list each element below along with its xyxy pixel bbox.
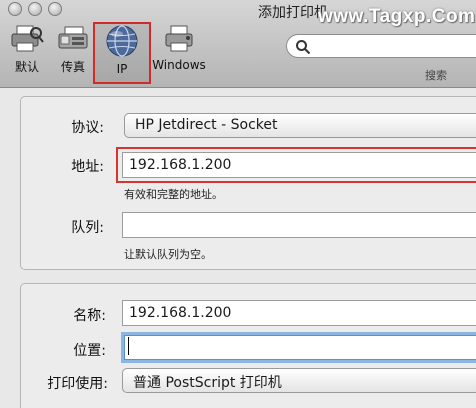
- address-label: 地址:: [71, 159, 104, 175]
- toolbar-item-windows[interactable]: Windows: [150, 24, 208, 72]
- zoom-button[interactable]: [48, 2, 62, 16]
- protocol-label: 协议:: [71, 120, 104, 136]
- address-value: 192.168.1.200: [129, 157, 232, 173]
- queue-hint: 让默认队列为空。: [124, 248, 212, 261]
- toolbar-item-label: 默认: [14, 60, 39, 74]
- print-using-value: 普通 PostScript 打印机: [133, 375, 282, 391]
- windows-printer-icon: [165, 25, 193, 52]
- toolbar-item-fax[interactable]: 传真: [52, 24, 94, 75]
- default-printer-icon: [11, 25, 44, 52]
- toolbar-item-default[interactable]: 默认: [6, 24, 48, 75]
- toolbar: 添加打印机 www.Tagxp.Com 默认 传真 IP Windows 搜索: [0, 0, 476, 88]
- search-icon: [296, 40, 311, 55]
- toolbar-item-label: Windows: [152, 58, 206, 72]
- location-label: 位置:: [73, 343, 106, 359]
- name-value: 192.168.1.200: [129, 305, 232, 321]
- text-caret: [128, 337, 129, 355]
- queue-field[interactable]: [122, 212, 476, 238]
- minimize-button[interactable]: [28, 2, 42, 16]
- print-using-select[interactable]: 普通 PostScript 打印机: [122, 368, 476, 393]
- protocol-select[interactable]: HP Jetdirect - Socket: [124, 113, 476, 138]
- close-button[interactable]: [8, 2, 22, 16]
- fax-icon: [58, 26, 88, 49]
- address-field[interactable]: 192.168.1.200: [122, 152, 476, 178]
- search-input[interactable]: [286, 34, 476, 58]
- watermark: www.Tagxp.Com: [318, 6, 476, 27]
- protocol-value: HP Jetdirect - Socket: [135, 117, 278, 133]
- name-label: 名称:: [73, 308, 106, 324]
- address-hint: 有效和完整的地址。: [124, 188, 223, 201]
- window-controls: [8, 2, 62, 16]
- search-caption: 搜索: [425, 69, 447, 82]
- name-field[interactable]: 192.168.1.200: [122, 300, 476, 326]
- print-using-label: 打印使用:: [47, 376, 108, 392]
- ip-globe-icon: [106, 25, 138, 57]
- toolbar-item-label: IP: [116, 62, 128, 76]
- queue-label: 队列:: [71, 220, 104, 236]
- toolbar-item-ip[interactable]: IP: [97, 24, 147, 76]
- toolbar-item-label: 传真: [60, 60, 85, 74]
- location-field[interactable]: [124, 335, 476, 360]
